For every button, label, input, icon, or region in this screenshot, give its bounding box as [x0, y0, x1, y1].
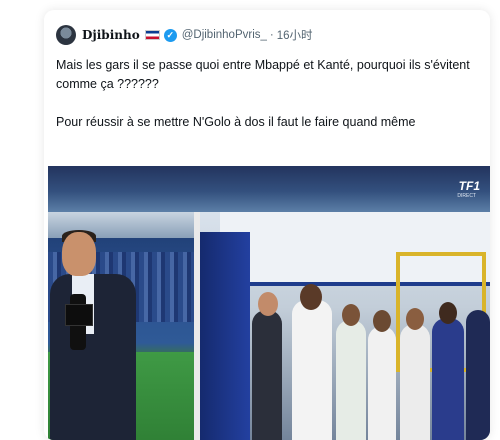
player-figure: [432, 318, 464, 440]
display-name[interactable]: Djibinho: [82, 28, 140, 42]
player-head: [342, 304, 360, 326]
costa-rica-flag-icon: [144, 30, 160, 40]
avatar-icon[interactable]: [56, 25, 76, 45]
timestamp[interactable]: 16小时: [277, 27, 313, 43]
media-banner: [48, 166, 490, 212]
separator-dot: ·: [269, 29, 274, 41]
reporter-head: [62, 232, 96, 276]
tweet-header: Djibinho ✓ @DjibinhoPvris_ · 16小时: [56, 24, 313, 46]
tweet-text-line-2: Pour réussir à se mettre N'Golo à dos il…: [56, 115, 416, 129]
tweet-text-line-1: Mais les gars il se passe quoi entre Mba…: [56, 58, 470, 91]
tweet-card[interactable]: Djibinho ✓ @DjibinhoPvris_ · 16小时 Mais l…: [44, 10, 490, 440]
reporter-panel: [48, 212, 194, 440]
player-head: [258, 292, 278, 316]
player-head: [300, 284, 322, 310]
player-figure: [400, 324, 430, 440]
tf1-logo: TF1: [458, 179, 480, 193]
verified-badge-icon: ✓: [163, 28, 177, 42]
tweet-media-image[interactable]: TF1 DIRECT: [48, 166, 490, 440]
player-head: [373, 310, 391, 332]
mic-flag: [65, 304, 93, 326]
player-figure: [292, 300, 332, 440]
tunnel-panel: [200, 212, 490, 440]
tweet-text: Mais les gars il se passe quoi entre Mba…: [56, 56, 476, 132]
player-figure: [368, 326, 396, 440]
player-head: [406, 308, 424, 330]
player-figure: [336, 320, 366, 440]
tunnel-wall: [200, 232, 250, 440]
user-handle[interactable]: @DjibinhoPvris_: [182, 29, 267, 41]
player-figure: [466, 310, 490, 440]
tf1-sub-label: DIRECT: [457, 193, 476, 199]
player-head: [439, 302, 457, 324]
player-figure: [252, 310, 282, 440]
